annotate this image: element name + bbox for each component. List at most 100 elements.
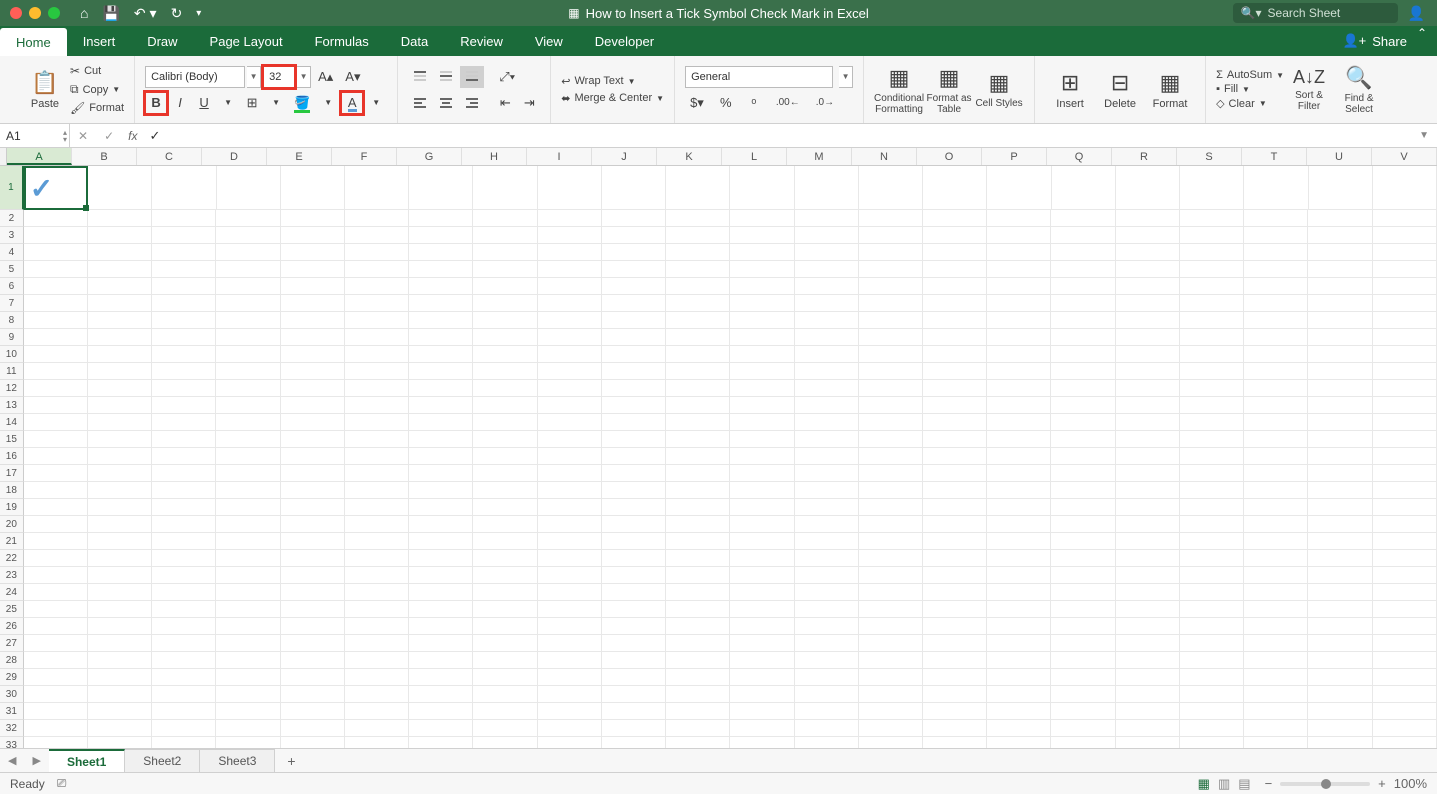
cell-R8[interactable] <box>1116 312 1180 329</box>
cell-R13[interactable] <box>1116 397 1180 414</box>
cell-C5[interactable] <box>152 261 216 278</box>
cell-G12[interactable] <box>409 380 473 397</box>
cell-B25[interactable] <box>88 601 152 618</box>
cell-U30[interactable] <box>1308 686 1372 703</box>
cell-H33[interactable] <box>473 737 537 748</box>
cell-R31[interactable] <box>1116 703 1180 720</box>
cell-R16[interactable] <box>1116 448 1180 465</box>
sheet-tab-2[interactable]: Sheet2 <box>125 749 200 772</box>
cell-J19[interactable] <box>602 499 666 516</box>
cell-B20[interactable] <box>88 516 152 533</box>
cell-S15[interactable] <box>1180 431 1244 448</box>
cell-A7[interactable] <box>24 295 88 312</box>
cell-F7[interactable] <box>345 295 409 312</box>
cell-J5[interactable] <box>602 261 666 278</box>
macro-record-icon[interactable]: ⎚ <box>57 776 67 791</box>
tab-page-layout[interactable]: Page Layout <box>194 26 299 56</box>
merge-center-button[interactable]: ⬌Merge & Center▼ <box>561 92 664 105</box>
cell-L26[interactable] <box>730 618 794 635</box>
cell-J13[interactable] <box>602 397 666 414</box>
cell-R29[interactable] <box>1116 669 1180 686</box>
row-header-14[interactable]: 14 <box>0 414 24 431</box>
column-header-Q[interactable]: Q <box>1047 148 1112 165</box>
cell-L3[interactable] <box>730 227 794 244</box>
cell-A3[interactable] <box>24 227 88 244</box>
clear-button[interactable]: ◇Clear▼ <box>1216 97 1284 110</box>
sheet-nav-next-icon[interactable]: ▶ <box>24 754 48 767</box>
cell-B23[interactable] <box>88 567 152 584</box>
cell-R4[interactable] <box>1116 244 1180 261</box>
cell-L12[interactable] <box>730 380 794 397</box>
cell-S12[interactable] <box>1180 380 1244 397</box>
cell-H2[interactable] <box>473 210 537 227</box>
fill-color-button[interactable]: 🪣 <box>289 92 315 114</box>
cell-O13[interactable] <box>923 397 987 414</box>
increase-indent-icon[interactable]: ⇥ <box>518 92 540 114</box>
cell-R33[interactable] <box>1116 737 1180 748</box>
cell-E26[interactable] <box>281 618 345 635</box>
cell-U9[interactable] <box>1308 329 1372 346</box>
cell-M26[interactable] <box>795 618 859 635</box>
cell-B32[interactable] <box>88 720 152 737</box>
cell-B26[interactable] <box>88 618 152 635</box>
cell-B22[interactable] <box>88 550 152 567</box>
cell-C19[interactable] <box>152 499 216 516</box>
cell-O32[interactable] <box>923 720 987 737</box>
cell-R26[interactable] <box>1116 618 1180 635</box>
column-header-I[interactable]: I <box>527 148 592 165</box>
cell-T15[interactable] <box>1244 431 1308 448</box>
cell-V27[interactable] <box>1373 635 1437 652</box>
cell-O1[interactable] <box>923 166 987 210</box>
column-header-N[interactable]: N <box>852 148 917 165</box>
cell-M17[interactable] <box>795 465 859 482</box>
cell-N13[interactable] <box>859 397 923 414</box>
cell-E29[interactable] <box>281 669 345 686</box>
cell-S18[interactable] <box>1180 482 1244 499</box>
cell-F1[interactable] <box>345 166 409 210</box>
cell-I30[interactable] <box>538 686 602 703</box>
cell-P7[interactable] <box>987 295 1051 312</box>
cell-S22[interactable] <box>1180 550 1244 567</box>
column-header-F[interactable]: F <box>332 148 397 165</box>
cell-T26[interactable] <box>1244 618 1308 635</box>
column-header-P[interactable]: P <box>982 148 1047 165</box>
cell-P3[interactable] <box>987 227 1051 244</box>
cell-U29[interactable] <box>1308 669 1372 686</box>
cell-N16[interactable] <box>859 448 923 465</box>
cell-J26[interactable] <box>602 618 666 635</box>
cell-D16[interactable] <box>216 448 280 465</box>
cell-A9[interactable] <box>24 329 88 346</box>
cell-T25[interactable] <box>1244 601 1308 618</box>
row-header-26[interactable]: 26 <box>0 618 24 635</box>
cell-I3[interactable] <box>538 227 602 244</box>
italic-button[interactable]: I <box>169 92 191 114</box>
cell-C2[interactable] <box>152 210 216 227</box>
cell-O23[interactable] <box>923 567 987 584</box>
cell-R30[interactable] <box>1116 686 1180 703</box>
row-header-5[interactable]: 5 <box>0 261 24 278</box>
cell-T11[interactable] <box>1244 363 1308 380</box>
cell-E18[interactable] <box>281 482 345 499</box>
cell-E14[interactable] <box>281 414 345 431</box>
cell-E11[interactable] <box>281 363 345 380</box>
cell-B24[interactable] <box>88 584 152 601</box>
cell-G24[interactable] <box>409 584 473 601</box>
cell-M10[interactable] <box>795 346 859 363</box>
cell-S20[interactable] <box>1180 516 1244 533</box>
cell-S1[interactable] <box>1180 166 1244 210</box>
row-header-19[interactable]: 19 <box>0 499 24 516</box>
cell-J20[interactable] <box>602 516 666 533</box>
zoom-in-icon[interactable]: + <box>1378 776 1386 791</box>
cell-V18[interactable] <box>1373 482 1437 499</box>
cell-R7[interactable] <box>1116 295 1180 312</box>
insert-cells-button[interactable]: ⊞Insert <box>1045 60 1095 120</box>
cell-H21[interactable] <box>473 533 537 550</box>
cell-A10[interactable] <box>24 346 88 363</box>
cell-G2[interactable] <box>409 210 473 227</box>
row-header-22[interactable]: 22 <box>0 550 24 567</box>
cell-F32[interactable] <box>345 720 409 737</box>
cell-I11[interactable] <box>538 363 602 380</box>
cell-L2[interactable] <box>730 210 794 227</box>
row-header-23[interactable]: 23 <box>0 567 24 584</box>
cell-K8[interactable] <box>666 312 730 329</box>
